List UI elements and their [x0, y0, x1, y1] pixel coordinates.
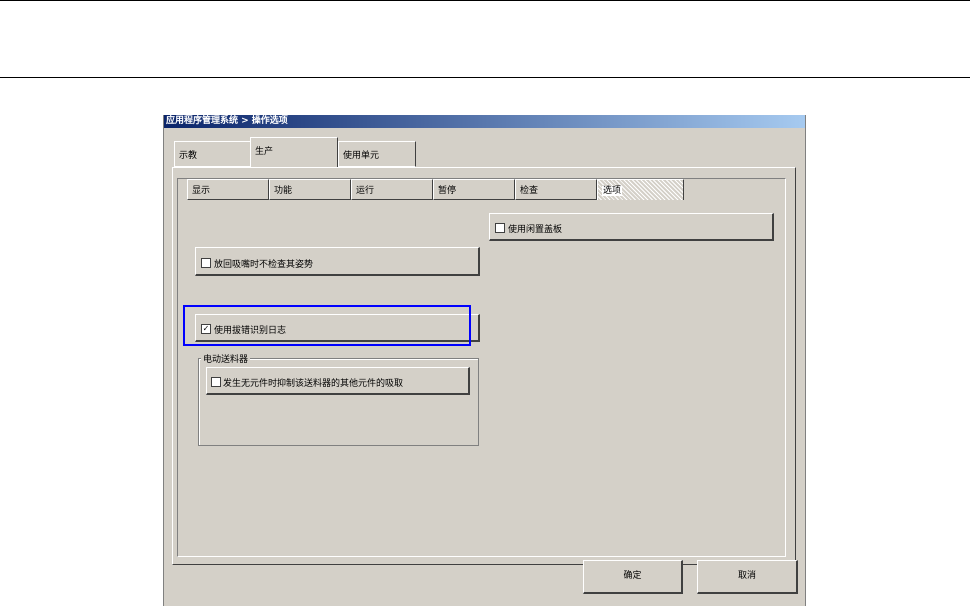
- feeder-group-label: 电动送料器: [201, 352, 251, 365]
- no-check-on-release-option[interactable]: 放回吸嘴时不检查其姿势: [195, 247, 480, 276]
- cancel-button-label: 取消: [737, 571, 756, 581]
- tab-production-label: 生产: [255, 147, 274, 157]
- tab-production[interactable]: 生产: [250, 137, 338, 167]
- tab-teach[interactable]: 示教: [174, 141, 252, 167]
- subtab-check-label: 检查: [520, 186, 539, 196]
- no-check-on-release-label: 放回吸嘴时不检查其姿势: [214, 260, 314, 270]
- subtab-run-label: 运行: [356, 186, 375, 196]
- subtab-pause[interactable]: 暂停: [433, 179, 515, 200]
- ok-button[interactable]: 确定: [583, 560, 683, 594]
- subtab-options[interactable]: 选项: [597, 179, 684, 200]
- options-dialog: 应用程序管理系统 > 操作选项 示教 生产 使用单元 显示 功能 运行 暂停 检…: [163, 115, 806, 606]
- subtab-function[interactable]: 功能: [269, 179, 351, 200]
- subtab-function-label: 功能: [274, 186, 293, 196]
- use-feeder-cover-label: 使用闲置盖板: [508, 225, 563, 235]
- use-feeder-cover-option[interactable]: 使用闲置盖板: [489, 213, 774, 241]
- no-check-on-release-checkbox[interactable]: [201, 258, 211, 268]
- ok-button-label: 确定: [623, 571, 642, 581]
- top-rule: [0, 0, 970, 1]
- subtab-options-label: 选项: [602, 186, 623, 196]
- subtab-run[interactable]: 运行: [351, 179, 433, 200]
- dialog-title: 应用程序管理系统 > 操作选项: [164, 115, 805, 128]
- subtab-check[interactable]: 检查: [515, 179, 597, 200]
- tab-teach-label: 示教: [179, 151, 198, 161]
- suppress-pickup-checkbox[interactable]: [211, 377, 221, 387]
- cancel-button[interactable]: 取消: [697, 560, 798, 594]
- header-rule: [0, 77, 970, 78]
- tab-unit-label: 使用单元: [343, 151, 380, 161]
- subtab-display-label: 显示: [192, 186, 211, 196]
- subtab-display[interactable]: 显示: [187, 179, 269, 200]
- use-feeder-cover-checkbox[interactable]: [495, 223, 505, 233]
- highlight-frame: [183, 305, 471, 346]
- suppress-pickup-label: 发生无元件时抑制该送料器的其他元件的吸取: [223, 379, 404, 389]
- subtab-pause-label: 暂停: [438, 186, 457, 196]
- tab-unit[interactable]: 使用单元: [338, 141, 416, 167]
- suppress-pickup-option[interactable]: 发生无元件时抑制该送料器的其他元件的吸取: [206, 367, 470, 395]
